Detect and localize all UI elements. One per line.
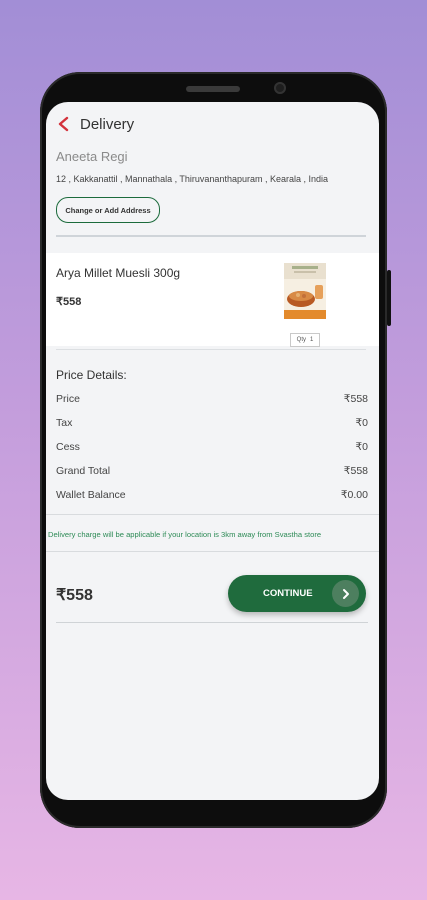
product-image [284, 263, 326, 319]
divider [56, 349, 366, 350]
side-button [387, 270, 391, 326]
chevron-right-icon [332, 580, 359, 607]
app-header: Delivery [46, 102, 379, 146]
page-title: Delivery [80, 116, 135, 133]
cess-value: ₹0 [355, 441, 368, 453]
divider [46, 551, 379, 552]
divider [46, 514, 379, 515]
recipient-name: Aneeta Regi [56, 149, 128, 164]
grand-total-value: ₹558 [343, 465, 368, 477]
speaker-grille [186, 86, 240, 92]
product-card: Arya Millet Muesli 300g ₹558 Qty 1 [46, 253, 379, 347]
change-address-button[interactable]: Change or Add Address [56, 197, 160, 223]
continue-button[interactable]: CONTINUE [228, 575, 366, 612]
grand-total-label: Grand Total [56, 465, 111, 477]
address-line: 12 , Kakkanattil , Mannathala , Thiruvan… [56, 174, 328, 184]
wallet-balance-label: Wallet Balance [56, 489, 126, 501]
price-details-title: Price Details: [56, 368, 127, 382]
continue-label: CONTINUE [263, 588, 313, 599]
qty-value: 1 [310, 337, 314, 343]
divider [56, 622, 368, 623]
price-label: Price [56, 393, 80, 405]
back-arrow-icon[interactable] [56, 116, 72, 132]
tax-label: Tax [56, 417, 73, 429]
tax-value: ₹0 [355, 417, 368, 429]
delivery-notice: Delivery charge will be applicable if yo… [48, 530, 322, 539]
product-name: Arya Millet Muesli 300g [56, 266, 181, 280]
qty-label: Qty [296, 337, 306, 343]
front-camera [274, 82, 286, 94]
wallet-balance-value: ₹0.00 [340, 489, 368, 501]
app-screen: Delivery Aneeta Regi 12 , Kakkanattil , … [46, 102, 379, 800]
cess-label: Cess [56, 441, 80, 453]
price-value: ₹558 [343, 393, 368, 405]
phone-frame: Delivery Aneeta Regi 12 , Kakkanattil , … [40, 72, 391, 828]
product-price: ₹558 [56, 296, 82, 308]
quantity-selector[interactable]: Qty 1 [290, 333, 320, 347]
divider [56, 235, 366, 237]
order-total: ₹558 [56, 587, 93, 604]
